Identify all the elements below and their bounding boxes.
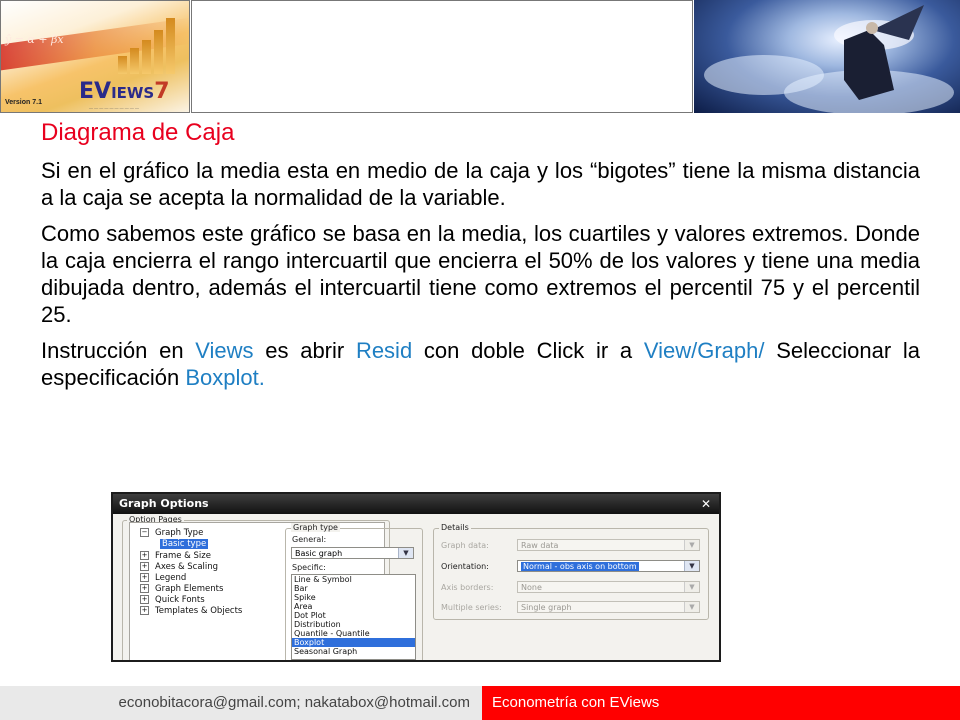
instr-keyword-views: Views [195,338,254,363]
dialog-title: Graph Options [119,497,209,510]
footer-emails: econobitacora@gmail.com; nakatabox@hotma… [0,686,482,720]
angel-silhouette-icon [844,5,924,100]
chevron-down-icon[interactable]: ▼ [684,582,699,592]
orientation-select[interactable]: Normal - obs axis on bottom ▼ [517,560,700,572]
general-label: General: [292,535,327,544]
specific-listbox[interactable]: Line & Symbol Bar Spike Area Dot Plot Di… [291,574,416,660]
tree-item-label: Axes & Scaling [155,562,219,572]
details-label: Details [439,523,471,532]
graph-data-select[interactable]: Raw data ▼ [517,539,700,551]
tree-item-label: Quick Fonts [155,595,205,605]
graph-data-label: Graph data: [441,541,489,550]
tree-item-basic-type[interactable]: Basic type [160,539,209,550]
tree-item-label: Basic type [160,539,209,549]
specific-item[interactable]: Area [292,602,415,611]
axis-borders-value: None [521,583,542,592]
expand-icon[interactable]: + [140,573,149,582]
graph-data-value: Raw data [521,541,559,550]
axis-borders-select[interactable]: None ▼ [517,581,700,593]
specific-item[interactable]: Seasonal Graph [292,647,415,656]
tree-item-graph-type[interactable]: − Graph Type [140,528,203,539]
graph-options-dialog: Graph Options ✕ Option Pages − Graph Type… [111,492,721,662]
slide-title: Diagrama de Caja [41,119,235,146]
specific-item[interactable]: Distribution [292,620,415,629]
collapse-icon[interactable]: − [140,528,149,537]
tree-item-label: Legend [155,573,187,583]
chevron-down-icon[interactable]: ▼ [684,602,699,612]
tree-item-label: Templates & Objects [155,606,243,616]
expand-icon[interactable]: + [140,606,149,615]
graph-type-label: Graph type [291,523,340,532]
tree-item-label: Graph Type [155,528,204,538]
logo-formula-decoration: ŷ = α + βx [5,33,64,46]
axis-borders-label: Axis borders: [441,583,494,592]
general-select-value: Basic graph [295,549,343,558]
logo-wordmark: EVIEWS7 [79,79,170,104]
orientation-label: Orientation: [441,562,489,571]
instr-keyword-boxplot: Boxplot. [185,365,265,390]
tree-item-quick-fonts[interactable]: + Quick Fonts [140,595,205,606]
expand-icon[interactable]: + [140,551,149,560]
orientation-value: Normal - obs axis on bottom [521,562,639,571]
chevron-down-icon[interactable]: ▼ [398,548,413,558]
multiple-series-select[interactable]: Single graph ▼ [517,601,700,613]
tree-item-templates-objects[interactable]: + Templates & Objects [140,606,242,617]
paragraph-boxplot-description: Como sabemos este gráfico se basa en la … [41,221,920,327]
specific-item[interactable]: Bar [292,584,415,593]
general-select[interactable]: Basic graph ▼ [291,547,414,559]
expand-icon[interactable]: + [140,562,149,571]
header-blank-panel [191,0,693,113]
multiple-series-label: Multiple series: [441,603,502,612]
logo-version: Version 7.1 [5,99,42,106]
expand-icon[interactable]: + [140,595,149,604]
tree-item-legend[interactable]: + Legend [140,573,186,584]
instr-text-1: Instrucción en [41,338,196,363]
logo-fineprint-decoration: — — — — — — — — — — [89,105,140,110]
instr-keyword-resid: Resid [355,338,413,363]
chevron-down-icon[interactable]: ▼ [684,561,699,571]
specific-item[interactable]: Spike [292,593,415,602]
close-icon[interactable]: ✕ [701,494,711,514]
instr-text-3: con doble Click ir a [412,338,644,363]
tree-item-frame-size[interactable]: + Frame & Size [140,551,211,562]
dialog-titlebar: Graph Options ✕ [113,494,719,514]
paragraph-boxplot-normality: Si en el gráfico la media esta en medio … [41,158,920,210]
multiple-series-value: Single graph [521,603,572,612]
instr-keyword-view-graph: View/Graph/ [643,338,765,363]
specific-item[interactable]: Line & Symbol [292,575,415,584]
paragraph-instructions: Instrucción en Views es abrir Resid con … [41,337,920,391]
specific-label: Specific: [292,563,326,572]
tree-item-label: Graph Elements [155,584,224,594]
specific-item[interactable]: Quantile - Quantile [292,629,415,638]
footer-course-title: Econometría con EViews [482,686,960,720]
tree-item-graph-elements[interactable]: + Graph Elements [140,584,223,595]
slide-content: Diagrama de Caja Si en el gráfico la med… [41,118,920,400]
tree-item-axes-scaling[interactable]: + Axes & Scaling [140,562,218,573]
eviews-logo-image: ŷ = α + βx EVIEWS7 Version 7.1 — — — — —… [0,0,190,113]
header-angel-photo [694,0,960,113]
tree-item-label: Frame & Size [155,551,211,561]
instr-text-2: es abrir [253,338,356,363]
specific-item-selected[interactable]: Boxplot [292,638,415,647]
expand-icon[interactable]: + [140,584,149,593]
chevron-down-icon[interactable]: ▼ [684,540,699,550]
specific-item[interactable]: Dot Plot [292,611,415,620]
logo-bars-decoration [118,18,175,74]
